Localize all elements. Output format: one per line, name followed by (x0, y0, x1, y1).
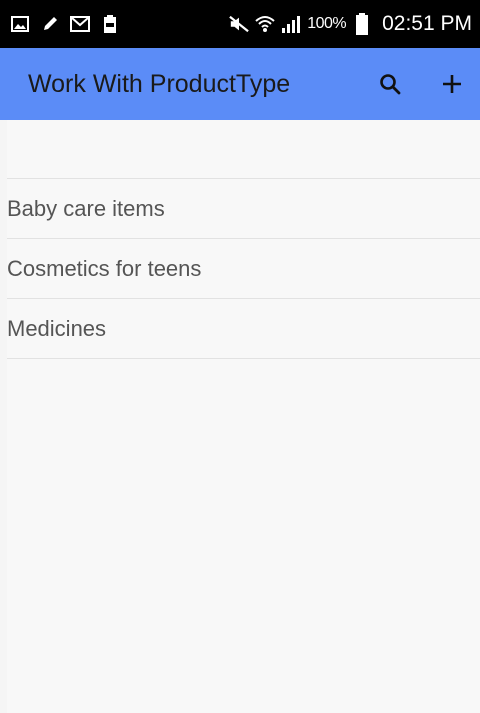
gallery-icon (10, 15, 30, 33)
signal-icon (281, 15, 301, 33)
notification-icons (10, 15, 120, 33)
list-item[interactable]: Baby care items (7, 179, 480, 239)
battery-icon (352, 13, 372, 35)
app-bar: Work With ProductType (0, 48, 480, 120)
battery-small-icon (100, 15, 120, 33)
list-header-spacer (7, 120, 480, 179)
pencil-icon (40, 15, 60, 33)
page-title: Work With ProductType (28, 69, 291, 98)
list-item[interactable]: Cosmetics for teens (7, 239, 480, 299)
plus-icon (443, 75, 461, 93)
search-button[interactable] (362, 48, 418, 120)
mute-icon (229, 15, 249, 33)
battery-percent: 100% (307, 15, 347, 32)
list-item-label: Medicines (7, 315, 107, 341)
gmail-icon (70, 15, 90, 33)
wifi-icon (255, 15, 275, 33)
add-button[interactable] (424, 48, 480, 120)
system-status: 100% 02:51 PM (229, 12, 472, 36)
status-bar: 100% 02:51 PM (0, 0, 480, 48)
list-item-label: Cosmetics for teens (7, 255, 202, 281)
product-type-list: Baby care items Cosmetics for teens Medi… (7, 120, 480, 713)
search-icon (380, 74, 401, 95)
list-item[interactable]: Medicines (7, 299, 480, 359)
clock: 02:51 PM (382, 12, 472, 35)
list-item-label: Baby care items (7, 195, 165, 221)
